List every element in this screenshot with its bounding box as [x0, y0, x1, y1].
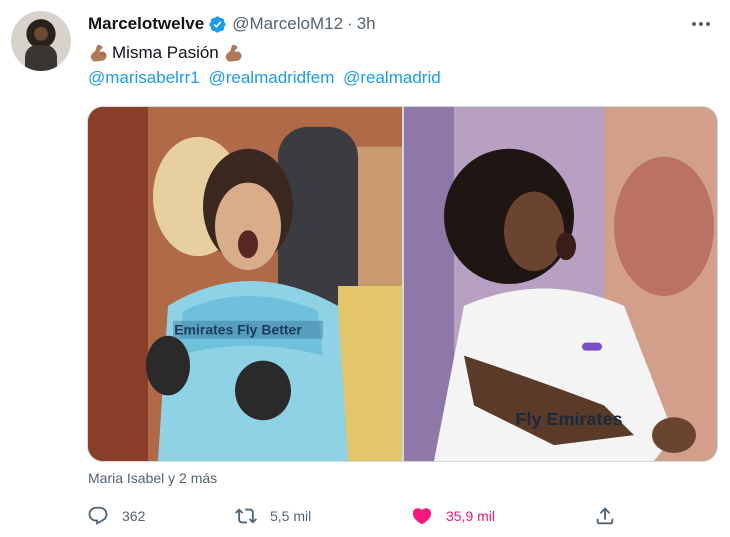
tweet-header: Marcelotwelve @MarceloM12 · 3h	[88, 13, 376, 35]
tweet[interactable]: Marcelotwelve @MarceloM12 · 3h Misma Pas…	[0, 0, 730, 537]
separator-dot: ·	[347, 14, 353, 33]
like-button[interactable]: 35,9 mil	[411, 502, 495, 530]
share-icon	[596, 507, 614, 525]
share-button[interactable]	[594, 502, 616, 530]
muscle-emoji-icon	[88, 42, 110, 64]
like-count: 35,9 mil	[446, 508, 496, 524]
media-grid: Emirates Fly Better Fly Emirates	[87, 106, 718, 462]
more-icon[interactable]	[686, 12, 716, 36]
tweet-text-line: Misma Pasión	[88, 40, 245, 66]
heart-icon	[412, 508, 432, 525]
media-photo-player[interactable]: Fly Emirates	[404, 107, 717, 461]
reply-button[interactable]: 362	[87, 502, 145, 530]
reply-count: 362	[122, 508, 146, 524]
mention-link[interactable]: @marisabelrr1	[88, 68, 200, 87]
retweet-button[interactable]: 5,5 mil	[235, 502, 311, 530]
retweet-icon	[235, 508, 257, 524]
muscle-emoji-icon	[223, 42, 245, 64]
photo-right-caption: Fly Emirates	[516, 409, 623, 429]
timestamp[interactable]: 3h	[357, 14, 376, 34]
action-bar: 362 5,5 mil 35,9 mil	[87, 502, 627, 530]
mention-link[interactable]: @realmadridfem	[208, 68, 334, 87]
tagged-people[interactable]: Maria Isabel y 2 más	[88, 470, 217, 486]
tweet-text: Misma Pasión	[112, 43, 219, 62]
verified-badge-icon	[208, 15, 227, 34]
handle[interactable]: @MarceloM12	[232, 14, 343, 34]
mentions: @marisabelrr1 @realmadridfem @realmadrid	[88, 68, 445, 88]
display-name[interactable]: Marcelotwelve	[88, 14, 204, 34]
avatar[interactable]	[11, 11, 71, 71]
retweet-count: 5,5 mil	[270, 508, 312, 524]
mention-link[interactable]: @realmadrid	[343, 68, 441, 87]
media-photo-goalkeeper[interactable]: Emirates Fly Better	[88, 107, 402, 461]
photo-left-caption: Emirates Fly Better	[174, 322, 302, 338]
reply-icon	[88, 506, 108, 525]
